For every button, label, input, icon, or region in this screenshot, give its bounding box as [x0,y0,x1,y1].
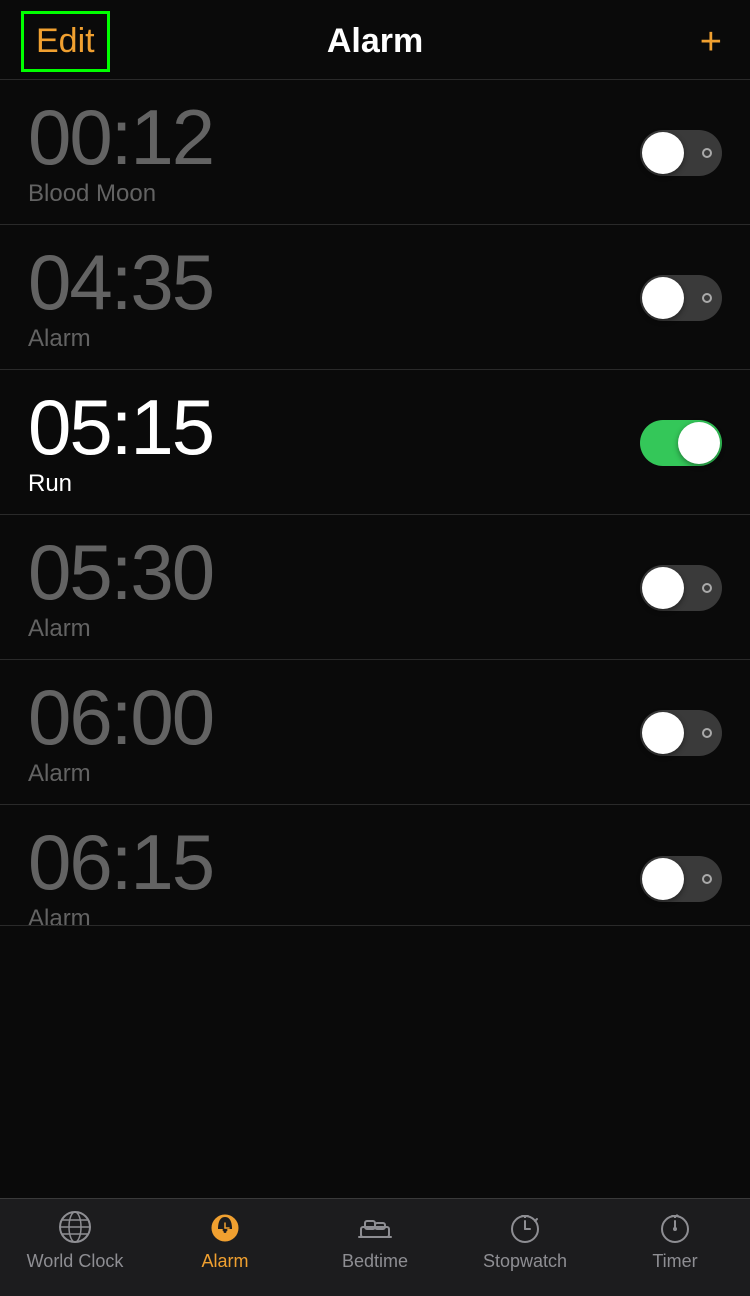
page-title: Alarm [327,22,423,61]
alarm-icon [207,1209,243,1245]
alarm-item[interactable]: 00:12 Blood Moon [0,80,750,225]
header: Edit Alarm + [0,0,750,80]
edit-button[interactable]: Edit [28,18,103,65]
add-alarm-button[interactable]: + [700,23,722,61]
toggle-circle-indicator [702,728,712,738]
alarm-item[interactable]: 06:15 Alarm [0,805,750,926]
toggle-circle-indicator [702,874,712,884]
tab-alarm[interactable]: Alarm [150,1209,300,1272]
alarm-label: Alarm [28,325,213,353]
tab-bedtime[interactable]: Bedtime [300,1209,450,1272]
world-clock-label: World Clock [27,1251,124,1272]
stopwatch-icon [507,1209,543,1245]
alarm-toggle[interactable] [640,710,722,756]
alarm-label: Alarm [28,905,213,925]
alarm-item[interactable]: 06:00 Alarm [0,660,750,805]
alarm-label: Alarm [201,1251,248,1272]
toggle-knob [642,277,684,319]
alarm-time: 04:35 [28,243,213,321]
alarm-time: 05:15 [28,388,213,466]
alarm-info: 06:15 Alarm [28,823,213,925]
toggle-circle-indicator [702,293,712,303]
alarm-toggle[interactable] [640,420,722,466]
alarm-time: 06:15 [28,823,213,901]
alarm-info: 00:12 Blood Moon [28,98,213,208]
toggle-knob [678,422,720,464]
alarm-toggle[interactable] [640,565,722,611]
toggle-knob [642,858,684,900]
tab-stopwatch[interactable]: Stopwatch [450,1209,600,1272]
alarm-info: 06:00 Alarm [28,678,213,788]
timer-icon [657,1209,693,1245]
tab-bar: World Clock Alarm [0,1198,750,1296]
alarm-item[interactable]: 05:30 Alarm [0,515,750,660]
toggle-knob [642,132,684,174]
alarm-info: 05:15 Run [28,388,213,498]
alarm-time: 00:12 [28,98,213,176]
alarm-item[interactable]: 05:15 Run [0,370,750,515]
alarm-label: Alarm [28,760,213,788]
tab-timer[interactable]: Timer [600,1209,750,1272]
bedtime-label: Bedtime [342,1251,408,1272]
stopwatch-label: Stopwatch [483,1251,567,1272]
alarm-toggle[interactable] [640,275,722,321]
alarm-label: Alarm [28,615,213,643]
bedtime-icon [357,1209,393,1245]
toggle-on-indicator [654,436,657,450]
alarm-info: 05:30 Alarm [28,533,213,643]
alarm-time: 06:00 [28,678,213,756]
alarm-toggle[interactable] [640,856,722,902]
alarm-list: 00:12 Blood Moon 04:35 Alarm 05:15 Run [0,80,750,926]
alarm-label: Blood Moon [28,180,213,208]
toggle-knob [642,712,684,754]
toggle-knob [642,567,684,609]
alarm-toggle[interactable] [640,130,722,176]
toggle-circle-indicator [702,148,712,158]
alarm-info: 04:35 Alarm [28,243,213,353]
tab-world-clock[interactable]: World Clock [0,1209,150,1272]
timer-label: Timer [652,1251,697,1272]
alarm-label: Run [28,470,213,498]
toggle-circle-indicator [702,583,712,593]
alarm-time: 05:30 [28,533,213,611]
world-clock-icon [57,1209,93,1245]
alarm-item[interactable]: 04:35 Alarm [0,225,750,370]
